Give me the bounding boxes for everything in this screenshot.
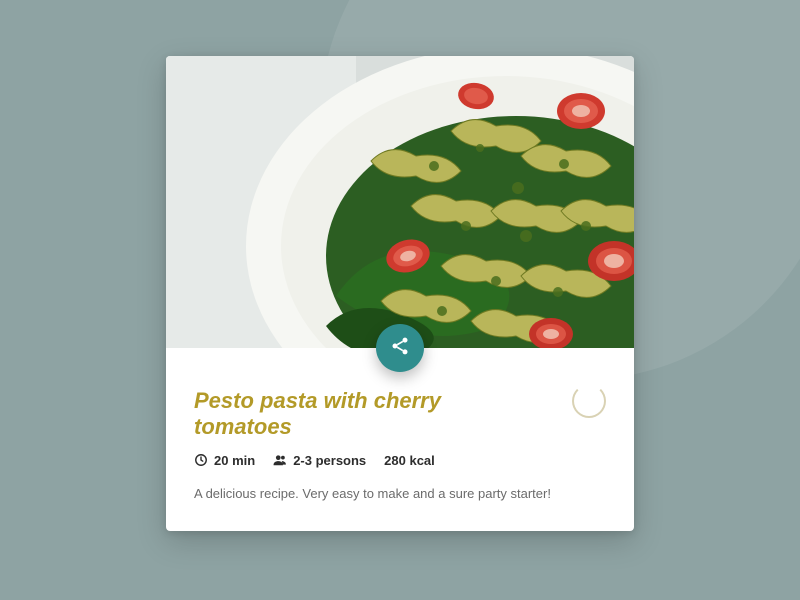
loading-spinner	[572, 384, 606, 418]
recipe-card: Pesto pasta with cherry tomatoes 20 min …	[166, 56, 634, 531]
recipe-content: Pesto pasta with cherry tomatoes 20 min …	[166, 348, 634, 531]
recipe-meta: 20 min 2-3 persons 280 kcal	[194, 453, 606, 468]
share-button[interactable]	[376, 324, 424, 372]
meta-servings-value: 2-3 persons	[293, 453, 366, 468]
meta-time-value: 20 min	[214, 453, 255, 468]
recipe-description: A delicious recipe. Very easy to make an…	[194, 484, 606, 504]
meta-servings: 2-3 persons	[273, 453, 366, 468]
meta-calories-value: 280 kcal	[384, 453, 435, 468]
recipe-hero-image	[166, 56, 634, 348]
users-icon	[273, 453, 287, 467]
share-icon	[390, 336, 410, 361]
meta-time: 20 min	[194, 453, 255, 468]
meta-calories: 280 kcal	[384, 453, 435, 468]
recipe-title: Pesto pasta with cherry tomatoes	[194, 388, 524, 441]
clock-icon	[194, 453, 208, 467]
